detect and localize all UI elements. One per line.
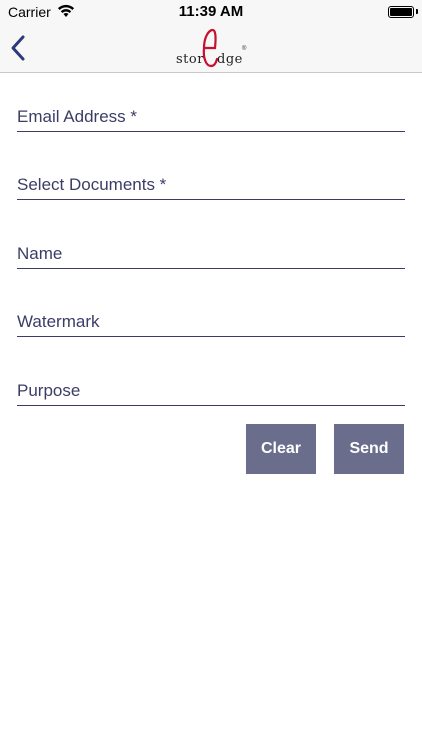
- select-documents-field[interactable]: Select Documents *: [17, 170, 405, 200]
- registered-mark: ®: [242, 46, 247, 52]
- email-field[interactable]: Email Address *: [17, 102, 405, 132]
- storedge-logo: stor dge ®: [172, 26, 252, 70]
- purpose-field-label: Purpose: [17, 381, 81, 400]
- clock: 11:39 AM: [178, 3, 244, 20]
- select-documents-label: Select Documents *: [17, 175, 167, 194]
- clear-button[interactable]: Clear: [246, 424, 316, 474]
- send-button[interactable]: Send: [334, 424, 404, 474]
- watermark-field-label: Watermark: [17, 312, 100, 331]
- back-button[interactable]: [8, 34, 30, 62]
- email-field-label: Email Address *: [17, 107, 137, 126]
- battery-icon: [388, 6, 414, 18]
- name-field[interactable]: Name: [17, 239, 405, 269]
- purpose-field[interactable]: Purpose: [17, 376, 405, 406]
- chevron-left-icon: [11, 35, 25, 61]
- status-bar: Carrier 11:39 AM: [0, 0, 422, 24]
- name-field-label: Name: [17, 244, 63, 263]
- watermark-field[interactable]: Watermark: [17, 307, 405, 337]
- battery-tip: [416, 9, 418, 14]
- logo-e-mark: [200, 26, 220, 75]
- nav-bar: stor dge ®: [0, 24, 422, 73]
- logo-text-right: dge: [217, 52, 243, 67]
